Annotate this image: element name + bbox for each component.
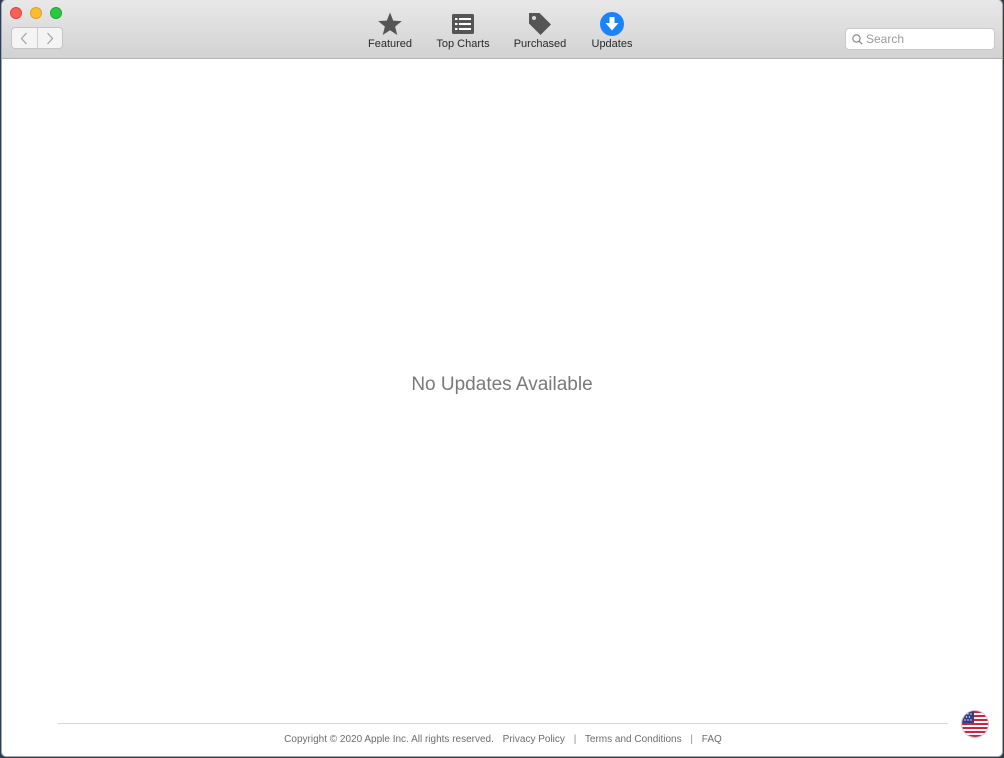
zoom-window-button[interactable]: [50, 7, 62, 19]
search-field[interactable]: [845, 28, 995, 50]
star-icon: [376, 10, 404, 38]
footer-divider: [58, 723, 948, 724]
us-flag-icon[interactable]: [962, 711, 988, 737]
forward-button[interactable]: [36, 28, 63, 48]
tab-updates-label: Updates: [591, 38, 633, 50]
download-arrow-icon: [598, 10, 626, 38]
back-button[interactable]: [12, 28, 37, 48]
footer: Copyright © 2020 Apple Inc. All rights r…: [58, 734, 948, 745]
tab-purchased-label: Purchased: [513, 38, 567, 50]
tag-icon: [526, 10, 554, 38]
faq-link[interactable]: FAQ: [702, 734, 722, 745]
search-icon: [852, 33, 863, 45]
tab-featured-label: Featured: [367, 38, 413, 50]
tab-purchased[interactable]: Purchased: [500, 10, 580, 51]
footer-separator: |: [573, 734, 577, 745]
close-window-button[interactable]: [10, 7, 22, 19]
list-icon: [449, 10, 477, 38]
copyright-text: Copyright © 2020 Apple Inc. All rights r…: [284, 734, 494, 745]
tab-top-charts-label: Top Charts: [436, 38, 490, 50]
minimize-window-button[interactable]: [30, 7, 42, 19]
footer-separator: |: [690, 734, 694, 745]
tab-top-charts[interactable]: Top Charts: [423, 10, 503, 51]
navigation-buttons: [11, 27, 63, 49]
toolbar: Featured Top Charts Purchased Updates Se…: [2, 0, 1002, 59]
search-input[interactable]: [863, 32, 986, 46]
tab-featured[interactable]: Featured: [350, 10, 430, 51]
terms-and-conditions-link[interactable]: Terms and Conditions: [585, 734, 682, 745]
chevron-right-icon: [46, 32, 54, 44]
no-updates-message: No Updates Available: [411, 374, 593, 395]
chevron-left-icon: [20, 32, 28, 44]
app-store-window: Featured Top Charts Purchased Updates Se…: [2, 0, 1002, 756]
tab-updates[interactable]: Updates: [572, 10, 652, 51]
privacy-policy-link[interactable]: Privacy Policy: [503, 734, 565, 745]
